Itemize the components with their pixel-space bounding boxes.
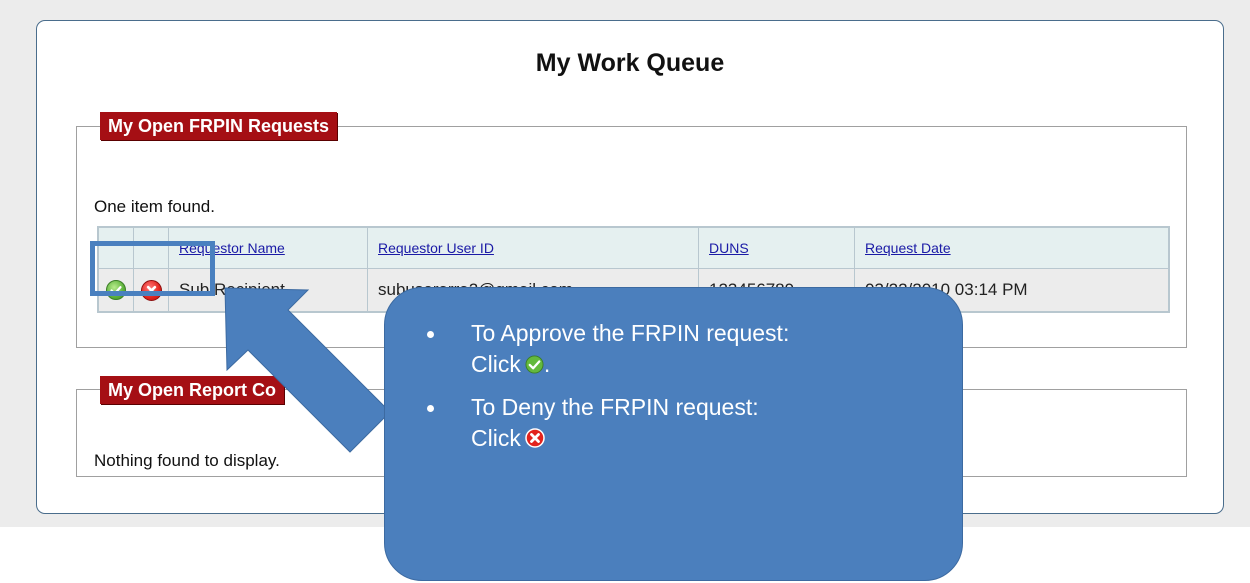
- sort-link-requestor-user-id[interactable]: Requestor User ID: [378, 240, 494, 256]
- column-header-request-date[interactable]: Request Date: [854, 226, 1170, 269]
- instruction-callout: To Approve the FRPIN request: Click. To …: [384, 287, 963, 581]
- sort-link-request-date[interactable]: Request Date: [865, 240, 951, 256]
- deny-instruction: To Deny the FRPIN request: Click: [419, 392, 789, 454]
- approve-instruction-period: .: [543, 351, 551, 377]
- approve-instruction: To Approve the FRPIN request: Click.: [419, 318, 789, 380]
- reports-found-text: Nothing found to display.: [94, 451, 280, 470]
- instruction-list: To Approve the FRPIN request: Click. To …: [419, 318, 789, 466]
- stage: My Work Queue My Open FRPIN Requests One…: [0, 0, 1250, 583]
- page-title: My Work Queue: [535, 49, 725, 77]
- icon-highlight-box: [90, 241, 215, 296]
- deny-instruction-click: Click: [471, 425, 521, 451]
- sort-link-duns[interactable]: DUNS: [709, 240, 749, 256]
- column-header-requestor-user-id[interactable]: Requestor User ID: [367, 226, 699, 269]
- deny-instruction-line1: To Deny the FRPIN request:: [471, 394, 759, 420]
- deny-x-icon: [525, 425, 545, 448]
- requests-found-text: One item found.: [94, 197, 215, 216]
- approve-instruction-click: Click: [471, 351, 521, 377]
- table-header-row: Requestor Name Requestor User ID DUNS Re…: [97, 226, 1170, 269]
- approve-check-icon: [525, 351, 544, 374]
- frpin-requests-legend: My Open FRPIN Requests: [100, 112, 338, 140]
- approve-instruction-line1: To Approve the FRPIN request:: [471, 320, 790, 346]
- column-header-duns[interactable]: DUNS: [698, 226, 855, 269]
- report-corrections-legend: My Open Report Co: [100, 376, 285, 404]
